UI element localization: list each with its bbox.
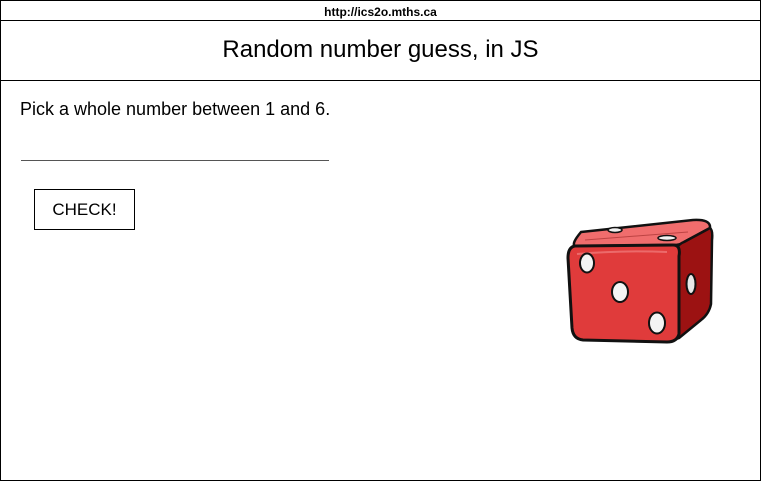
page-title: Random number guess, in JS: [1, 21, 760, 81]
check-button[interactable]: CHECK!: [34, 189, 135, 230]
instruction-text: Pick a whole number between 1 and 6.: [20, 99, 331, 119]
url-bar: http://ics2o.mths.ca: [1, 1, 760, 21]
number-input[interactable]: [21, 136, 329, 161]
dice-icon: [563, 214, 715, 346]
